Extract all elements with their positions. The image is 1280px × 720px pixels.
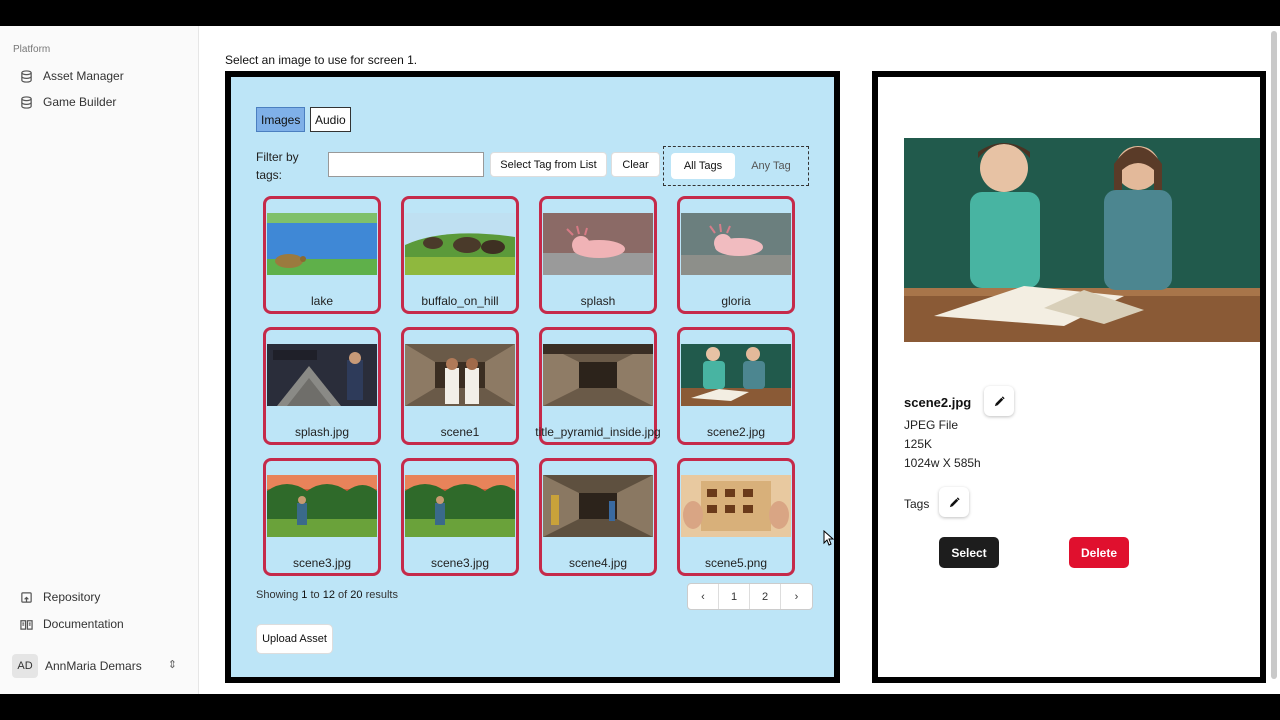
asset-thumbnail [543,213,653,275]
prev-page-button[interactable]: ‹ [688,584,719,609]
asset-label: scene5.png [704,556,768,570]
sidebar: Platform Asset Manager Game Builder Repo… [0,26,199,694]
asset-dimensions: 1024w X 585h [904,456,981,470]
screen-top-bar [0,0,1280,26]
asset-card[interactable]: scene2.jpg [677,327,795,445]
delete-button[interactable]: Delete [1069,537,1129,568]
select-tag-button[interactable]: Select Tag from List [490,152,607,177]
asset-thumbnail [405,213,515,275]
to-word: to [310,589,320,601]
results-word: results [365,589,398,601]
avatar: AD [12,654,38,678]
asset-card[interactable]: splash.jpg [263,327,381,445]
tab-audio[interactable]: Audio [310,107,351,132]
edit-tags-button[interactable] [939,487,969,517]
asset-card[interactable]: buffalo_on_hill [401,196,519,314]
asset-thumbnail [267,475,377,537]
asset-details-panel: scene2.jpg JPEG File 125K 1024w X 585h T… [872,71,1266,683]
screen-bottom-bar [0,694,1280,720]
asset-thumbnail [681,475,791,537]
chevron-up-down-icon: ⇕ [167,659,177,671]
asset-card[interactable]: scene4.jpg [539,458,657,576]
asset-label: scene3.jpg [430,556,490,570]
database-icon [21,69,32,83]
any-tag-button[interactable]: Any Tag [739,153,803,179]
asset-label: scene1 [440,425,480,439]
upload-asset-button[interactable]: Upload Asset [256,624,333,654]
asset-label: splash.jpg [294,425,350,439]
sidebar-item-asset-manager[interactable]: Asset Manager [20,66,124,86]
asset-thumbnail [405,475,515,537]
page-1-button[interactable]: 1 [719,584,750,609]
asset-preview-image [904,138,1260,342]
sidebar-item-label: Documentation [43,617,124,631]
page-2-button[interactable]: 2 [750,584,781,609]
database-icon [21,95,32,109]
mouse-cursor-icon [823,530,835,546]
select-button[interactable]: Select [939,537,999,568]
asset-thumbnail [681,213,791,275]
asset-thumbnail [267,344,377,406]
results-from: 1 [301,589,308,601]
sidebar-heading: Platform [13,44,51,55]
asset-filename: scene2.jpg [904,395,972,410]
asset-filetype: JPEG File [904,418,959,432]
app-window: Platform Asset Manager Game Builder Repo… [0,26,1280,694]
tab-images[interactable]: Images [256,107,306,132]
clear-button[interactable]: Clear [611,152,660,177]
sidebar-item-documentation[interactable]: Documentation [20,614,124,634]
sidebar-item-label: Repository [43,590,101,604]
asset-label: gloria [721,294,751,308]
repository-icon [21,591,32,603]
sidebar-item-label: Asset Manager [43,69,124,83]
pagination: ‹ 1 2 › [687,583,813,610]
sidebar-item-label: Game Builder [43,95,117,109]
page-scrollbar[interactable] [1271,31,1277,679]
showing-prefix: Showing [256,589,299,601]
asset-thumbnail [543,344,653,406]
asset-thumbnail [267,213,377,275]
asset-thumbnail [681,344,791,406]
asset-label: title_pyramid_inside.jpg [535,425,661,439]
pencil-icon [994,395,1005,406]
asset-browser-panel: Images Audio Filter by tags: Select Tag … [225,71,840,683]
sidebar-item-repository[interactable]: Repository [20,587,100,607]
asset-card[interactable]: scene5.png [677,458,795,576]
asset-card[interactable]: title_pyramid_inside.jpg [535,327,661,445]
sidebar-item-game-builder[interactable]: Game Builder [20,92,116,112]
asset-label: scene3.jpg [292,556,352,570]
asset-label: splash [580,294,616,308]
user-menu[interactable]: AD AnnMaria Demars ⇕ [12,654,187,678]
edit-filename-button[interactable] [984,386,1014,416]
pencil-icon [949,496,960,507]
asset-label: buffalo_on_hill [421,294,499,308]
asset-thumbnail [405,344,515,406]
asset-card[interactable]: scene3.jpg [401,458,519,576]
asset-card[interactable]: scene3.jpg [263,458,381,576]
all-tags-button[interactable]: All Tags [671,153,735,179]
asset-card[interactable]: splash [539,196,657,314]
tags-label: Tags [904,497,930,511]
user-name: AnnMaria Demars [45,659,142,673]
asset-filesize: 125K [904,437,933,451]
asset-card[interactable]: lake [263,196,381,314]
book-icon [20,619,33,630]
results-summary: Showing 1 to 12 of 20 results [256,589,398,601]
asset-label: lake [310,294,333,308]
filter-label: Filter by tags: [256,150,299,182]
page-instruction: Select an image to use for screen 1. [225,53,418,67]
asset-card[interactable]: gloria [677,196,795,314]
asset-label: scene4.jpg [568,556,628,570]
of-word: of [338,589,348,601]
asset-card[interactable]: scene1 [401,327,519,445]
results-to: 12 [322,589,335,601]
asset-label: scene2.jpg [706,425,766,439]
next-page-button[interactable]: › [781,584,812,609]
tag-filter-input[interactable] [328,152,484,177]
asset-thumbnail [543,475,653,537]
tag-mode-toggle: All Tags Any Tag [663,146,809,186]
asset-grid: lake buffalo_on_hill splash gloria splash.jp… [263,196,803,578]
results-total: 20 [350,589,363,601]
